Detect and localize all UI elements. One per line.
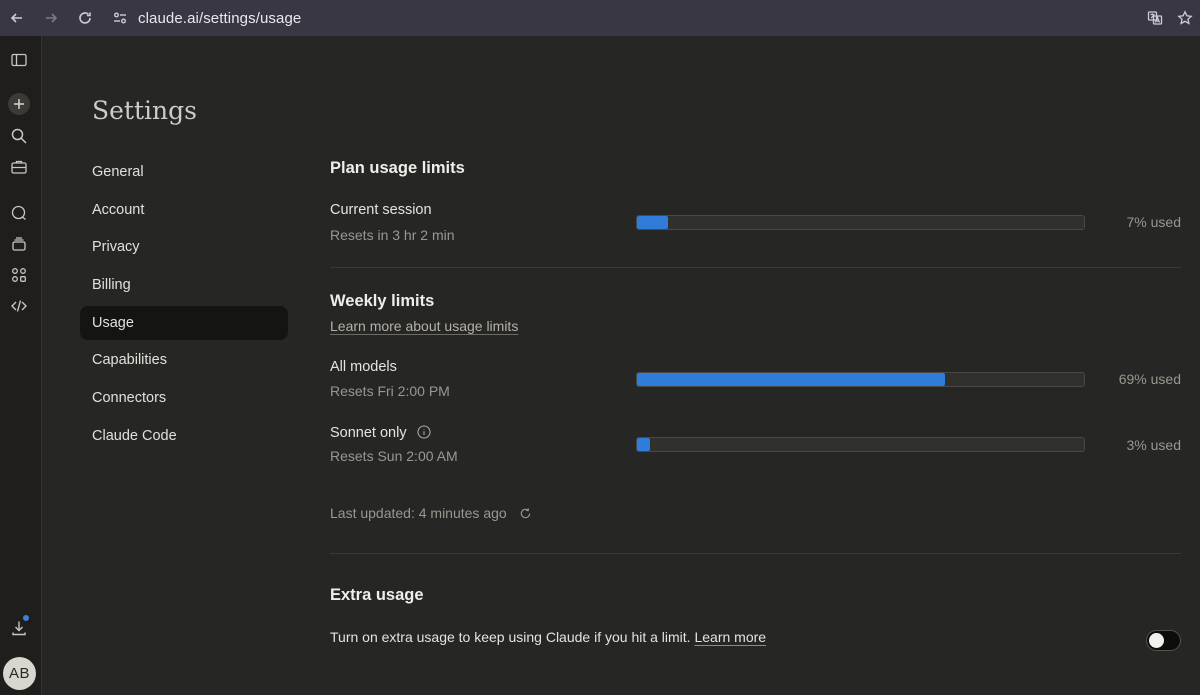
- artifacts-button[interactable]: [9, 234, 29, 254]
- site-settings-icon[interactable]: [112, 10, 128, 26]
- reload-button[interactable]: [68, 0, 102, 36]
- sidebar-toggle-icon: [11, 53, 27, 67]
- settings-nav: General Account Privacy Billing Usage Ca…: [80, 155, 288, 457]
- arrow-right-icon: [46, 13, 58, 23]
- current-session-progress-bar: [636, 215, 1085, 230]
- apps-button[interactable]: [9, 265, 29, 285]
- settings-nav-account[interactable]: Account: [80, 193, 288, 227]
- divider: [330, 553, 1181, 554]
- settings-nav-connectors[interactable]: Connectors: [80, 381, 288, 415]
- translate-icon: [1147, 11, 1163, 25]
- extra-usage-learn-more-link[interactable]: Learn more: [694, 629, 766, 645]
- search-icon: [11, 128, 27, 144]
- search-button[interactable]: [9, 126, 29, 146]
- settings-nav-privacy[interactable]: Privacy: [80, 230, 288, 264]
- current-session-label: Current session: [330, 202, 432, 218]
- code-button[interactable]: [9, 296, 29, 316]
- all-models-reset: Resets Fri 2:00 PM: [330, 383, 450, 399]
- learn-more-usage-limits-link[interactable]: Learn more about usage limits: [330, 318, 518, 334]
- refresh-icon[interactable]: [519, 507, 532, 520]
- plan-usage-heading: Plan usage limits: [330, 159, 465, 177]
- weekly-limits-heading: Weekly limits: [330, 292, 435, 310]
- chats-button[interactable]: [9, 203, 29, 223]
- url-text[interactable]: claude.ai/settings/usage: [138, 10, 301, 27]
- stack-icon: [12, 237, 26, 251]
- address-bar[interactable]: claude.ai/settings/usage: [112, 4, 301, 32]
- reload-icon: [79, 12, 91, 24]
- current-session-reset: Resets in 3 hr 2 min: [330, 227, 455, 243]
- all-models-progress-fill: [637, 373, 946, 386]
- extra-usage-toggle[interactable]: [1146, 630, 1181, 651]
- bookmark-button[interactable]: [1170, 0, 1200, 36]
- code-icon: [11, 300, 27, 312]
- settings-nav-general[interactable]: General: [80, 155, 288, 189]
- extra-usage-heading: Extra usage: [330, 586, 424, 604]
- forward-button[interactable]: [34, 0, 68, 36]
- sonnet-only-progress-fill: [637, 438, 651, 451]
- page-title: Settings: [92, 96, 197, 125]
- star-icon: [1177, 10, 1193, 25]
- avatar[interactable]: AB: [3, 657, 36, 690]
- settings-nav-billing[interactable]: Billing: [80, 268, 288, 302]
- grid-icon: [12, 268, 26, 282]
- info-icon[interactable]: [417, 425, 431, 439]
- settings-nav-usage[interactable]: Usage: [80, 305, 288, 340]
- current-session-percent: 7% used: [1126, 214, 1181, 230]
- projects-button[interactable]: [9, 157, 29, 177]
- back-button[interactable]: [0, 0, 34, 36]
- browser-toolbar: claude.ai/settings/usage: [0, 0, 1200, 36]
- all-models-progress-bar: [636, 372, 1085, 387]
- last-updated-text: Last updated: 4 minutes ago: [330, 505, 507, 521]
- sonnet-only-reset: Resets Sun 2:00 AM: [330, 448, 458, 464]
- all-models-percent: 69% used: [1118, 371, 1181, 387]
- all-models-label: All models: [330, 359, 397, 375]
- plus-icon: [14, 99, 24, 109]
- sonnet-only-row-label: Sonnet only: [330, 425, 431, 441]
- extra-usage-description-row: Turn on extra usage to keep using Claude…: [330, 629, 766, 645]
- toggle-knob: [1149, 633, 1164, 648]
- notification-dot: [22, 614, 30, 622]
- settings-nav-claude-code[interactable]: Claude Code: [80, 419, 288, 453]
- divider: [330, 267, 1181, 268]
- arrow-left-icon: [10, 13, 22, 23]
- sonnet-only-progress-bar: [636, 437, 1085, 452]
- sonnet-only-percent: 3% used: [1126, 437, 1181, 453]
- chat-bubble-icon: [11, 205, 26, 220]
- translate-button[interactable]: [1140, 0, 1170, 36]
- sidebar-toggle-button[interactable]: [9, 50, 29, 70]
- current-session-progress-fill: [637, 216, 669, 229]
- briefcase-icon: [11, 160, 27, 174]
- sonnet-only-label: Sonnet only: [330, 425, 407, 441]
- app-sidebar-rail: AB: [0, 36, 42, 695]
- settings-nav-capabilities[interactable]: Capabilities: [80, 343, 288, 377]
- new-chat-button[interactable]: [8, 93, 30, 115]
- last-updated-row: Last updated: 4 minutes ago: [330, 505, 532, 521]
- extra-usage-description: Turn on extra usage to keep using Claude…: [330, 629, 695, 645]
